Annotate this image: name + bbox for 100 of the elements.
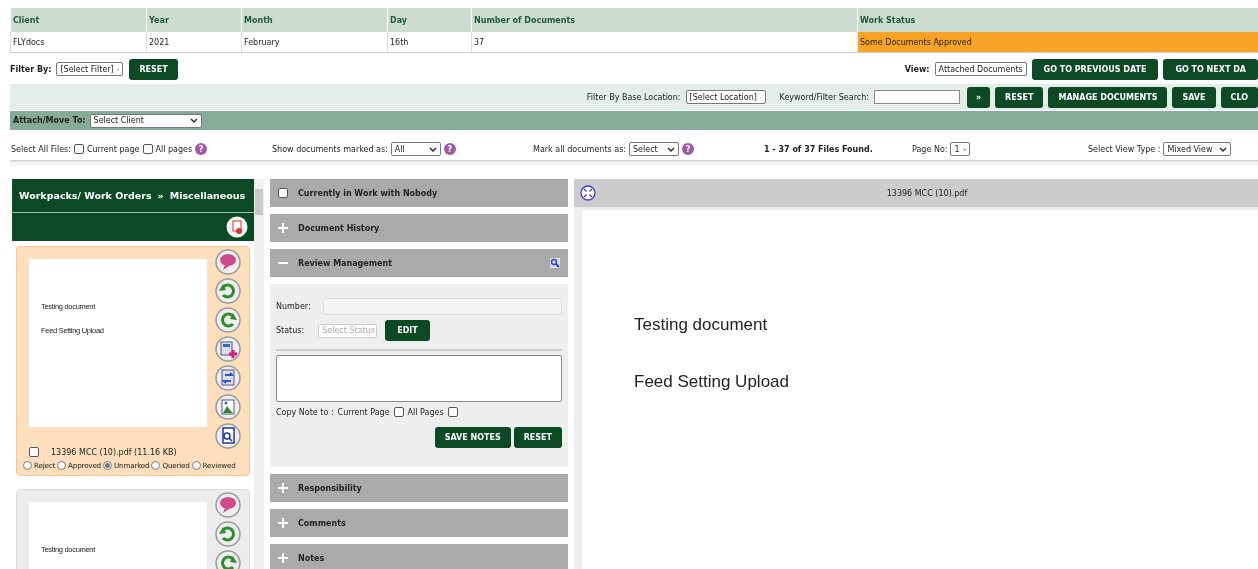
checkbox[interactable] <box>278 188 288 198</box>
dropdown[interactable]: All <box>390 142 441 156</box>
checkbox[interactable] <box>73 144 84 154</box>
breadcrumb-item[interactable]: Miscellaneous <box>169 190 246 201</box>
label: Show documents marked as: <box>272 144 388 154</box>
column-header: Month <box>241 8 387 32</box>
section-title: Review Management <box>298 258 393 268</box>
rotate-right-icon[interactable] <box>215 550 241 569</box>
breadcrumb-item[interactable]: Workpacks/ Work Orders <box>19 190 152 201</box>
button[interactable]: GO TO PREVIOUS DATE <box>1031 58 1159 80</box>
checkbox[interactable] <box>393 407 404 417</box>
help-icon[interactable]: ? <box>682 143 694 155</box>
section-title: Comments <box>298 518 346 528</box>
label: Select View Type : <box>1088 144 1161 154</box>
dropdown[interactable]: Select <box>629 142 679 156</box>
rotate-right-icon[interactable] <box>215 307 241 333</box>
dropdown[interactable]: Select Client <box>89 113 202 128</box>
file-name: 13396 MCC (10).pdf <box>885 188 969 198</box>
section-header[interactable]: Currently in Work with Nobody <box>270 179 568 207</box>
dropdown[interactable]: Mixed View <box>1163 142 1232 156</box>
radio-button[interactable] <box>23 461 32 470</box>
label: Page No: <box>912 144 948 154</box>
label: Current page <box>86 144 140 154</box>
label: Filter By: <box>10 64 52 74</box>
checkbox[interactable] <box>29 447 39 457</box>
column-header: Year <box>146 8 241 32</box>
table-cell: 16th <box>387 32 471 53</box>
button[interactable]: EDIT <box>385 320 430 341</box>
fullscreen-icon[interactable] <box>580 185 596 201</box>
column-header: Client <box>10 8 146 32</box>
label: Number: <box>276 302 311 311</box>
table-cell: February <box>241 32 387 53</box>
button[interactable]: RESET <box>995 86 1044 108</box>
dropdown[interactable]: [Select Location] <box>685 90 766 104</box>
dropdown[interactable]: 1 <box>950 142 971 156</box>
help-icon[interactable]: ? <box>443 143 456 155</box>
radio-button[interactable] <box>57 461 67 470</box>
speech-bubble-icon[interactable] <box>215 249 241 275</box>
search-field[interactable] <box>873 90 960 104</box>
section-title: Currently in Work with Nobody <box>298 188 438 198</box>
label: View: <box>904 64 930 74</box>
plus-icon <box>278 553 288 563</box>
table-cell: 37 <box>471 32 857 53</box>
table-cell: FLYdocs <box>10 32 146 53</box>
section-title: Responsibility <box>298 483 362 493</box>
section-header[interactable]: Responsibility <box>270 474 568 502</box>
radio-button[interactable] <box>102 461 112 470</box>
label: All pages <box>155 144 193 154</box>
button[interactable]: RESET <box>513 427 562 448</box>
label: Keyword/Filter Search: <box>779 92 869 102</box>
document-text: Feed Setting Upload <box>634 372 790 392</box>
radio-button[interactable] <box>151 461 161 470</box>
label: Attach/Move To: <box>13 116 86 125</box>
search-document-icon[interactable] <box>215 423 241 449</box>
dropdown[interactable]: Attached Documents <box>934 62 1027 76</box>
table-cell: 2021 <box>146 32 241 53</box>
label: Mark all documents as: <box>533 144 626 154</box>
checkbox[interactable] <box>142 144 153 154</box>
checkbox[interactable] <box>447 407 458 417</box>
section-header[interactable]: Notes <box>270 544 568 569</box>
section-title: Notes <box>298 553 325 563</box>
rotate-left-icon[interactable] <box>215 278 241 304</box>
section-header[interactable]: Review Management <box>270 249 568 277</box>
section-title: Document History <box>298 223 380 233</box>
pdf-document-icon[interactable] <box>226 216 248 238</box>
image-icon[interactable] <box>215 394 241 420</box>
speech-bubble-icon[interactable] <box>215 492 241 518</box>
radio-button[interactable] <box>191 461 201 470</box>
plus-icon <box>278 518 288 528</box>
help-icon[interactable]: ? <box>195 143 208 155</box>
button[interactable]: GO TO NEXT DA <box>1163 58 1258 80</box>
scrollbar[interactable] <box>254 179 264 569</box>
label: Status: <box>276 326 305 335</box>
replace-page-icon[interactable] <box>215 365 241 391</box>
plus-icon <box>278 483 288 493</box>
note-field[interactable] <box>276 355 562 402</box>
column-header: Number of Documents <box>471 8 857 32</box>
file-name: 13396 MCC (10).pdf (11.16 KB) <box>51 447 177 457</box>
button[interactable]: SAVE <box>1172 86 1216 108</box>
label: Select All Files: <box>11 144 71 154</box>
rotate-left-icon[interactable] <box>215 521 241 547</box>
button[interactable]: CLO <box>1220 86 1258 108</box>
plus-icon <box>278 223 288 233</box>
label: Copy Note to : <box>276 407 334 417</box>
label: All Pages <box>407 407 444 417</box>
dropdown[interactable]: [Select Filter] <box>56 62 124 76</box>
button[interactable]: RESET <box>129 58 178 80</box>
section-header[interactable]: Comments <box>270 509 568 537</box>
label: Current Page <box>337 407 390 417</box>
section-header[interactable]: Document History <box>270 214 568 242</box>
add-page-icon[interactable] <box>215 336 241 362</box>
button[interactable]: » <box>966 86 991 108</box>
files-count: 1 - 37 of 37 Files Found. <box>764 144 873 154</box>
separator: » <box>157 190 164 201</box>
button[interactable]: SAVE NOTES <box>434 427 511 448</box>
document-text: Testing document <box>634 315 769 335</box>
search-icon <box>550 258 560 268</box>
label: Filter By Base Location: <box>586 92 681 102</box>
status-cell: Some Documents Approved <box>857 32 1258 53</box>
button[interactable]: MANAGE DOCUMENTS <box>1048 86 1168 108</box>
